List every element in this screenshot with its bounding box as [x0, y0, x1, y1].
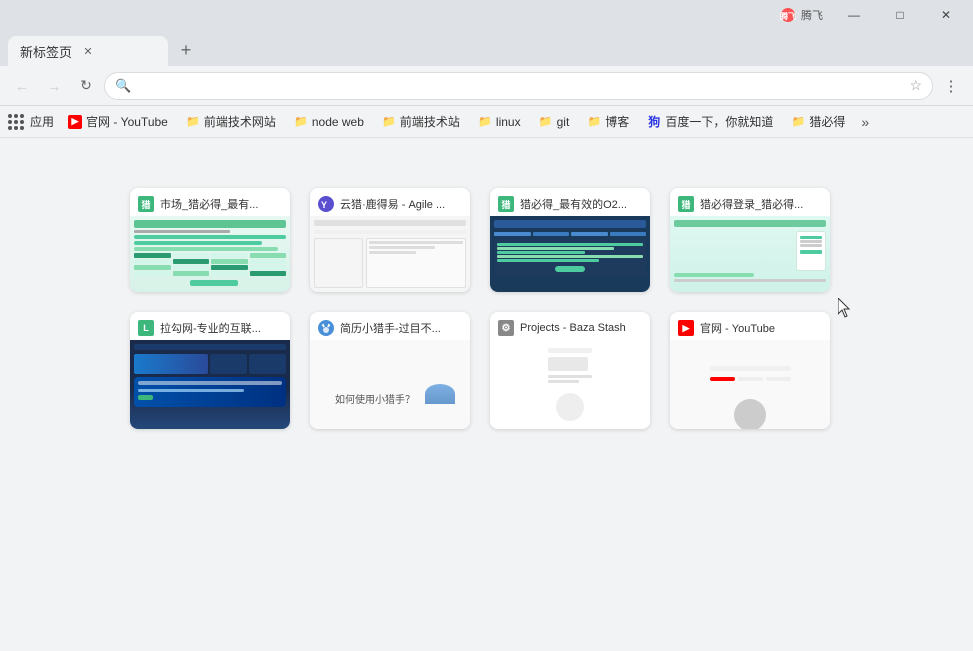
bookmark-label: 猎必得	[809, 113, 845, 130]
menu-button[interactable]: ⋮	[937, 72, 965, 100]
forward-button[interactable]: →	[40, 72, 68, 100]
bookmark-liebi[interactable]: 📁 猎必得	[783, 110, 853, 133]
thumbnail-baza[interactable]: ⚙ Projects - Baza Stash	[490, 312, 650, 429]
address-bar[interactable]: 🔍 ☆	[104, 72, 933, 100]
thumb-header: Y 云猎·鹿得易 - Agile ...	[310, 188, 470, 216]
folder-icon: 📁	[587, 115, 601, 129]
thumb-preview	[130, 216, 290, 292]
bookmarks-bar: 官网 - YouTube 应用 ▶ 官网 - YouTube 📁 前端技术网站 …	[0, 106, 973, 138]
svg-text:Y: Y	[321, 200, 327, 210]
thumb-preview	[310, 216, 470, 292]
thumbnail-shichang[interactable]: 猎 市场_猎必得_最有...	[130, 188, 290, 292]
tab-title: 新标签页	[20, 42, 72, 61]
bookmark-baidu[interactable]: 狗 百度一下，你就知道	[639, 110, 781, 133]
folder-icon: 📁	[539, 115, 553, 129]
apps-text: 应用	[30, 113, 54, 130]
thumb-preview	[490, 340, 650, 429]
thumb-title: 云猎·鹿得易 - Agile ...	[340, 196, 462, 212]
bookmarks-more-button[interactable]: »	[857, 111, 873, 133]
thumbnail-yunlei[interactable]: Y 云猎·鹿得易 - Agile ...	[310, 188, 470, 292]
thumb-header: 简历小猎手-过目不...	[310, 312, 470, 340]
thumb-favicon	[318, 320, 334, 336]
active-tab[interactable]: 新标签页 ✕	[8, 36, 168, 66]
bookmark-label: 前端技术站	[400, 113, 460, 130]
maximize-button[interactable]: □	[877, 0, 923, 30]
thumb-preview	[670, 340, 830, 429]
bookmark-label: 博客	[605, 113, 629, 130]
thumb-preview	[130, 340, 290, 429]
main-content: 猎 市场_猎必得_最有... Y	[0, 138, 973, 651]
new-tab-button[interactable]: +	[172, 36, 200, 64]
thumb-favicon: ▶	[678, 320, 694, 336]
svg-text:腾飞: 腾飞	[779, 11, 796, 21]
thumb-title: 拉勾网-专业的互联...	[160, 320, 282, 336]
thumb-title: 官网 - YouTube	[700, 320, 822, 336]
thumb-preview	[490, 216, 650, 292]
bookmark-star-icon[interactable]: ☆	[909, 77, 922, 94]
folder-icon: 📁	[294, 115, 308, 129]
apps-launcher[interactable]: 官网 - YouTube 应用	[8, 113, 54, 130]
thumb-favicon: 猎	[138, 196, 154, 212]
search-icon: 🔍	[115, 78, 131, 94]
thumb-header: 猎 猎必得_最有效的O2...	[490, 188, 650, 216]
folder-icon: 📁	[382, 115, 396, 129]
thumb-header: ⚙ Projects - Baza Stash	[490, 312, 650, 340]
youtube-favicon: ▶	[68, 115, 82, 129]
bookmark-git[interactable]: 📁 git	[531, 112, 578, 132]
thumb-favicon: 猎	[678, 196, 694, 212]
thumbnail-liebi[interactable]: 猎 猎必得_最有效的O2...	[490, 188, 650, 292]
bookmark-blog[interactable]: 📁 博客	[579, 110, 637, 133]
bookmark-label: node web	[312, 115, 364, 129]
thumb-favicon: 猎	[498, 196, 514, 212]
mouse-cursor	[838, 298, 852, 318]
bookmark-label: git	[557, 115, 570, 129]
thumb-header: 猎 猎必得登录_猎必得...	[670, 188, 830, 216]
jianli-preview-text: 如何使用小猎手？	[325, 371, 425, 426]
thumbnail-denglu[interactable]: 猎 猎必得登录_猎必得...	[670, 188, 830, 292]
back-button[interactable]: ←	[8, 72, 36, 100]
thumb-title: 市场_猎必得_最有...	[160, 196, 282, 212]
app-name-label: 腾飞	[801, 7, 823, 23]
thumb-favicon: L	[138, 320, 154, 336]
thumb-title: 猎必得登录_猎必得...	[700, 196, 822, 212]
thumb-favicon: ⚙	[498, 320, 514, 336]
thumb-header: ▶ 官网 - YouTube	[670, 312, 830, 340]
folder-icon: 📁	[791, 115, 805, 129]
tab-close-button[interactable]: ✕	[80, 43, 96, 59]
thumb-preview: 如何使用小猎手？	[310, 340, 470, 429]
close-button[interactable]: ✕	[923, 0, 969, 30]
titlebar: 腾飞 腾飞 — □ ✕	[0, 0, 973, 30]
minimize-button[interactable]: —	[831, 0, 877, 30]
thumbnail-youtube[interactable]: ▶ 官网 - YouTube	[670, 312, 830, 429]
app-icon: 腾飞 腾飞	[778, 7, 823, 23]
folder-icon: 📁	[478, 115, 492, 129]
bookmark-linux[interactable]: 📁 linux	[470, 112, 529, 132]
thumbnails-grid: 猎 市场_猎必得_最有... Y	[0, 138, 973, 459]
folder-icon: 📁	[186, 115, 200, 129]
thumb-header: 猎 市场_猎必得_最有...	[130, 188, 290, 216]
baidu-favicon: 狗	[647, 115, 661, 129]
thumbnail-jianli[interactable]: 简历小猎手-过目不... 如何使用小猎手？	[310, 312, 470, 429]
thumb-title: 猎必得_最有效的O2...	[520, 196, 642, 212]
thumb-preview	[670, 216, 830, 292]
toolbar: ← → ↻ 🔍 ☆ ⋮	[0, 66, 973, 106]
thumb-title: 简历小猎手-过目不...	[340, 320, 462, 336]
thumb-title: Projects - Baza Stash	[520, 322, 642, 334]
thumb-header: L 拉勾网-专业的互联...	[130, 312, 290, 340]
refresh-button[interactable]: ↻	[72, 72, 100, 100]
apps-grid-icon	[8, 114, 24, 130]
bookmark-baidu-label: 百度一下，你就知道	[665, 113, 773, 130]
bookmark-youtube[interactable]: ▶ 官网 - YouTube	[60, 110, 176, 133]
thumbnail-lagou[interactable]: L 拉勾网-专业的互联...	[130, 312, 290, 429]
bookmark-label: linux	[496, 115, 521, 129]
thumb-favicon: Y	[318, 196, 334, 212]
bookmark-qianduan-zhan[interactable]: 📁 前端技术站	[374, 110, 468, 133]
url-input[interactable]	[137, 78, 903, 93]
bookmark-youtube-label: 官网 - YouTube	[86, 113, 168, 130]
bookmark-label: 前端技术网站	[204, 113, 276, 130]
bookmark-node-web[interactable]: 📁 node web	[286, 112, 372, 132]
tabbar: 新标签页 ✕ +	[0, 30, 973, 66]
bookmark-qianduan-wangzhan[interactable]: 📁 前端技术网站	[178, 110, 284, 133]
